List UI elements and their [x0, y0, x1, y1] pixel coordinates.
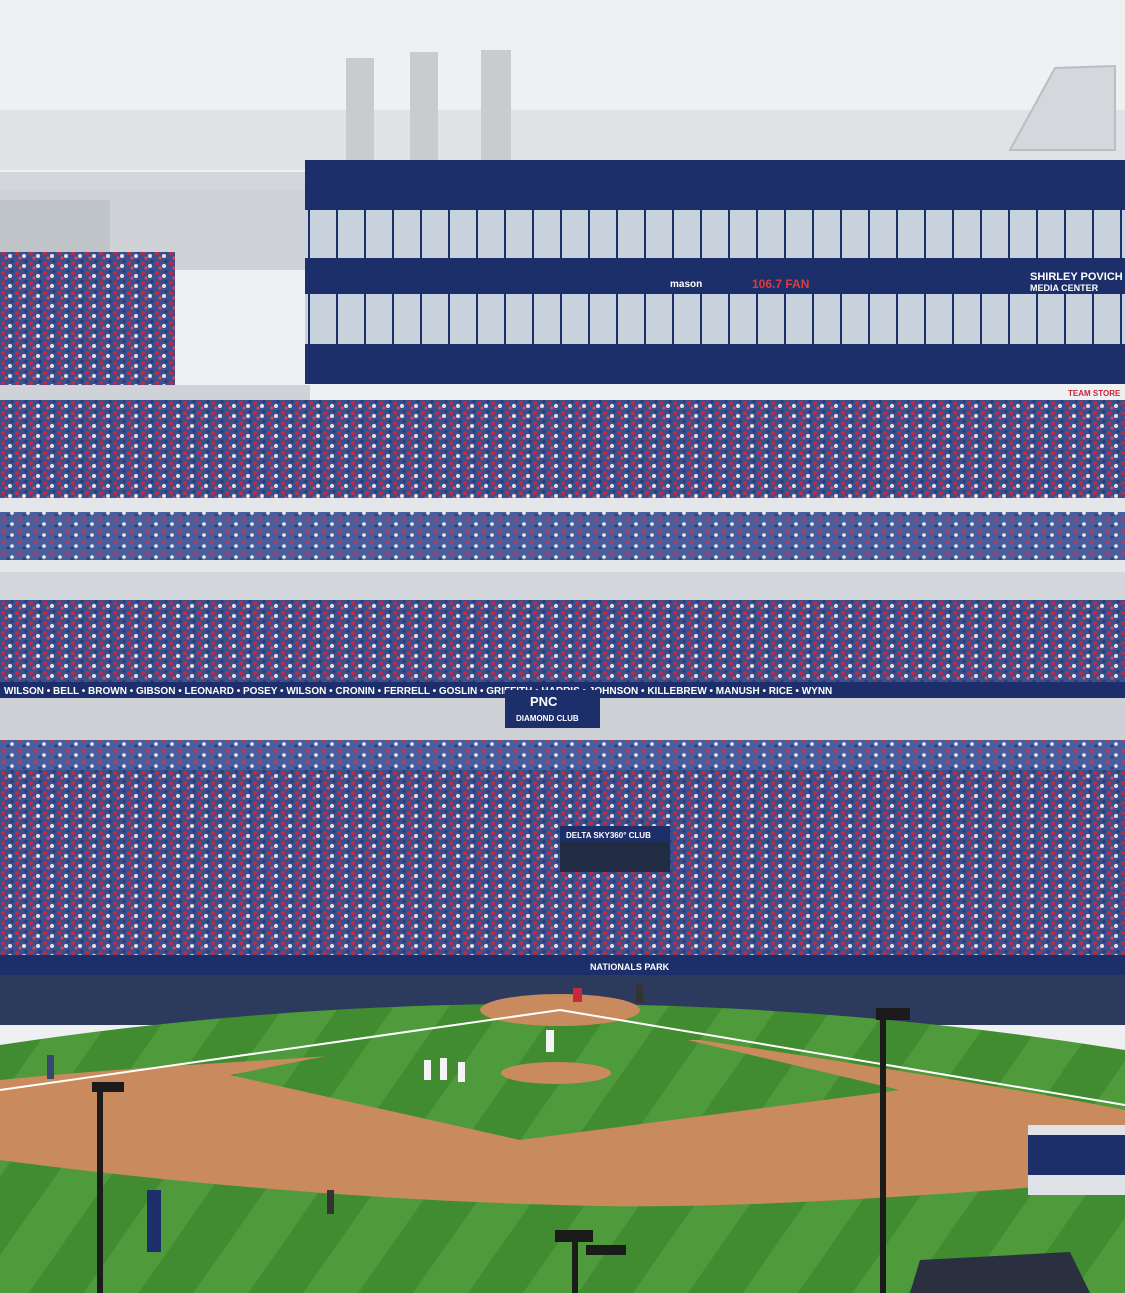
- media-center-sign-line2: MEDIA CENTER: [1030, 283, 1099, 293]
- team-store-sign: TEAM STORE: [1068, 389, 1121, 398]
- ballpark-photo: SHIRLEY POVICH MEDIA CENTER 106.7 FAN ma…: [0, 0, 1125, 1293]
- radio-sign: 106.7 FAN: [752, 277, 809, 291]
- diamond-club-brand: PNC: [530, 694, 558, 709]
- mason-sign: mason: [670, 279, 702, 290]
- sky-club-label: DELTA SKY360° CLUB: [566, 831, 651, 840]
- media-center-sign-line1: SHIRLEY POVICH: [1030, 271, 1123, 283]
- baseball-field: [0, 994, 1125, 1293]
- diamond-club-label: DIAMOND CLUB: [516, 714, 579, 723]
- press-box: SHIRLEY POVICH MEDIA CENTER 106.7 FAN ma…: [305, 160, 1125, 384]
- smokestacks: [346, 50, 511, 168]
- wall-sign: NATIONALS PARK: [590, 962, 670, 972]
- ring-of-honor-names: WILSON • BELL • BROWN • GIBSON • LEONARD…: [4, 686, 832, 697]
